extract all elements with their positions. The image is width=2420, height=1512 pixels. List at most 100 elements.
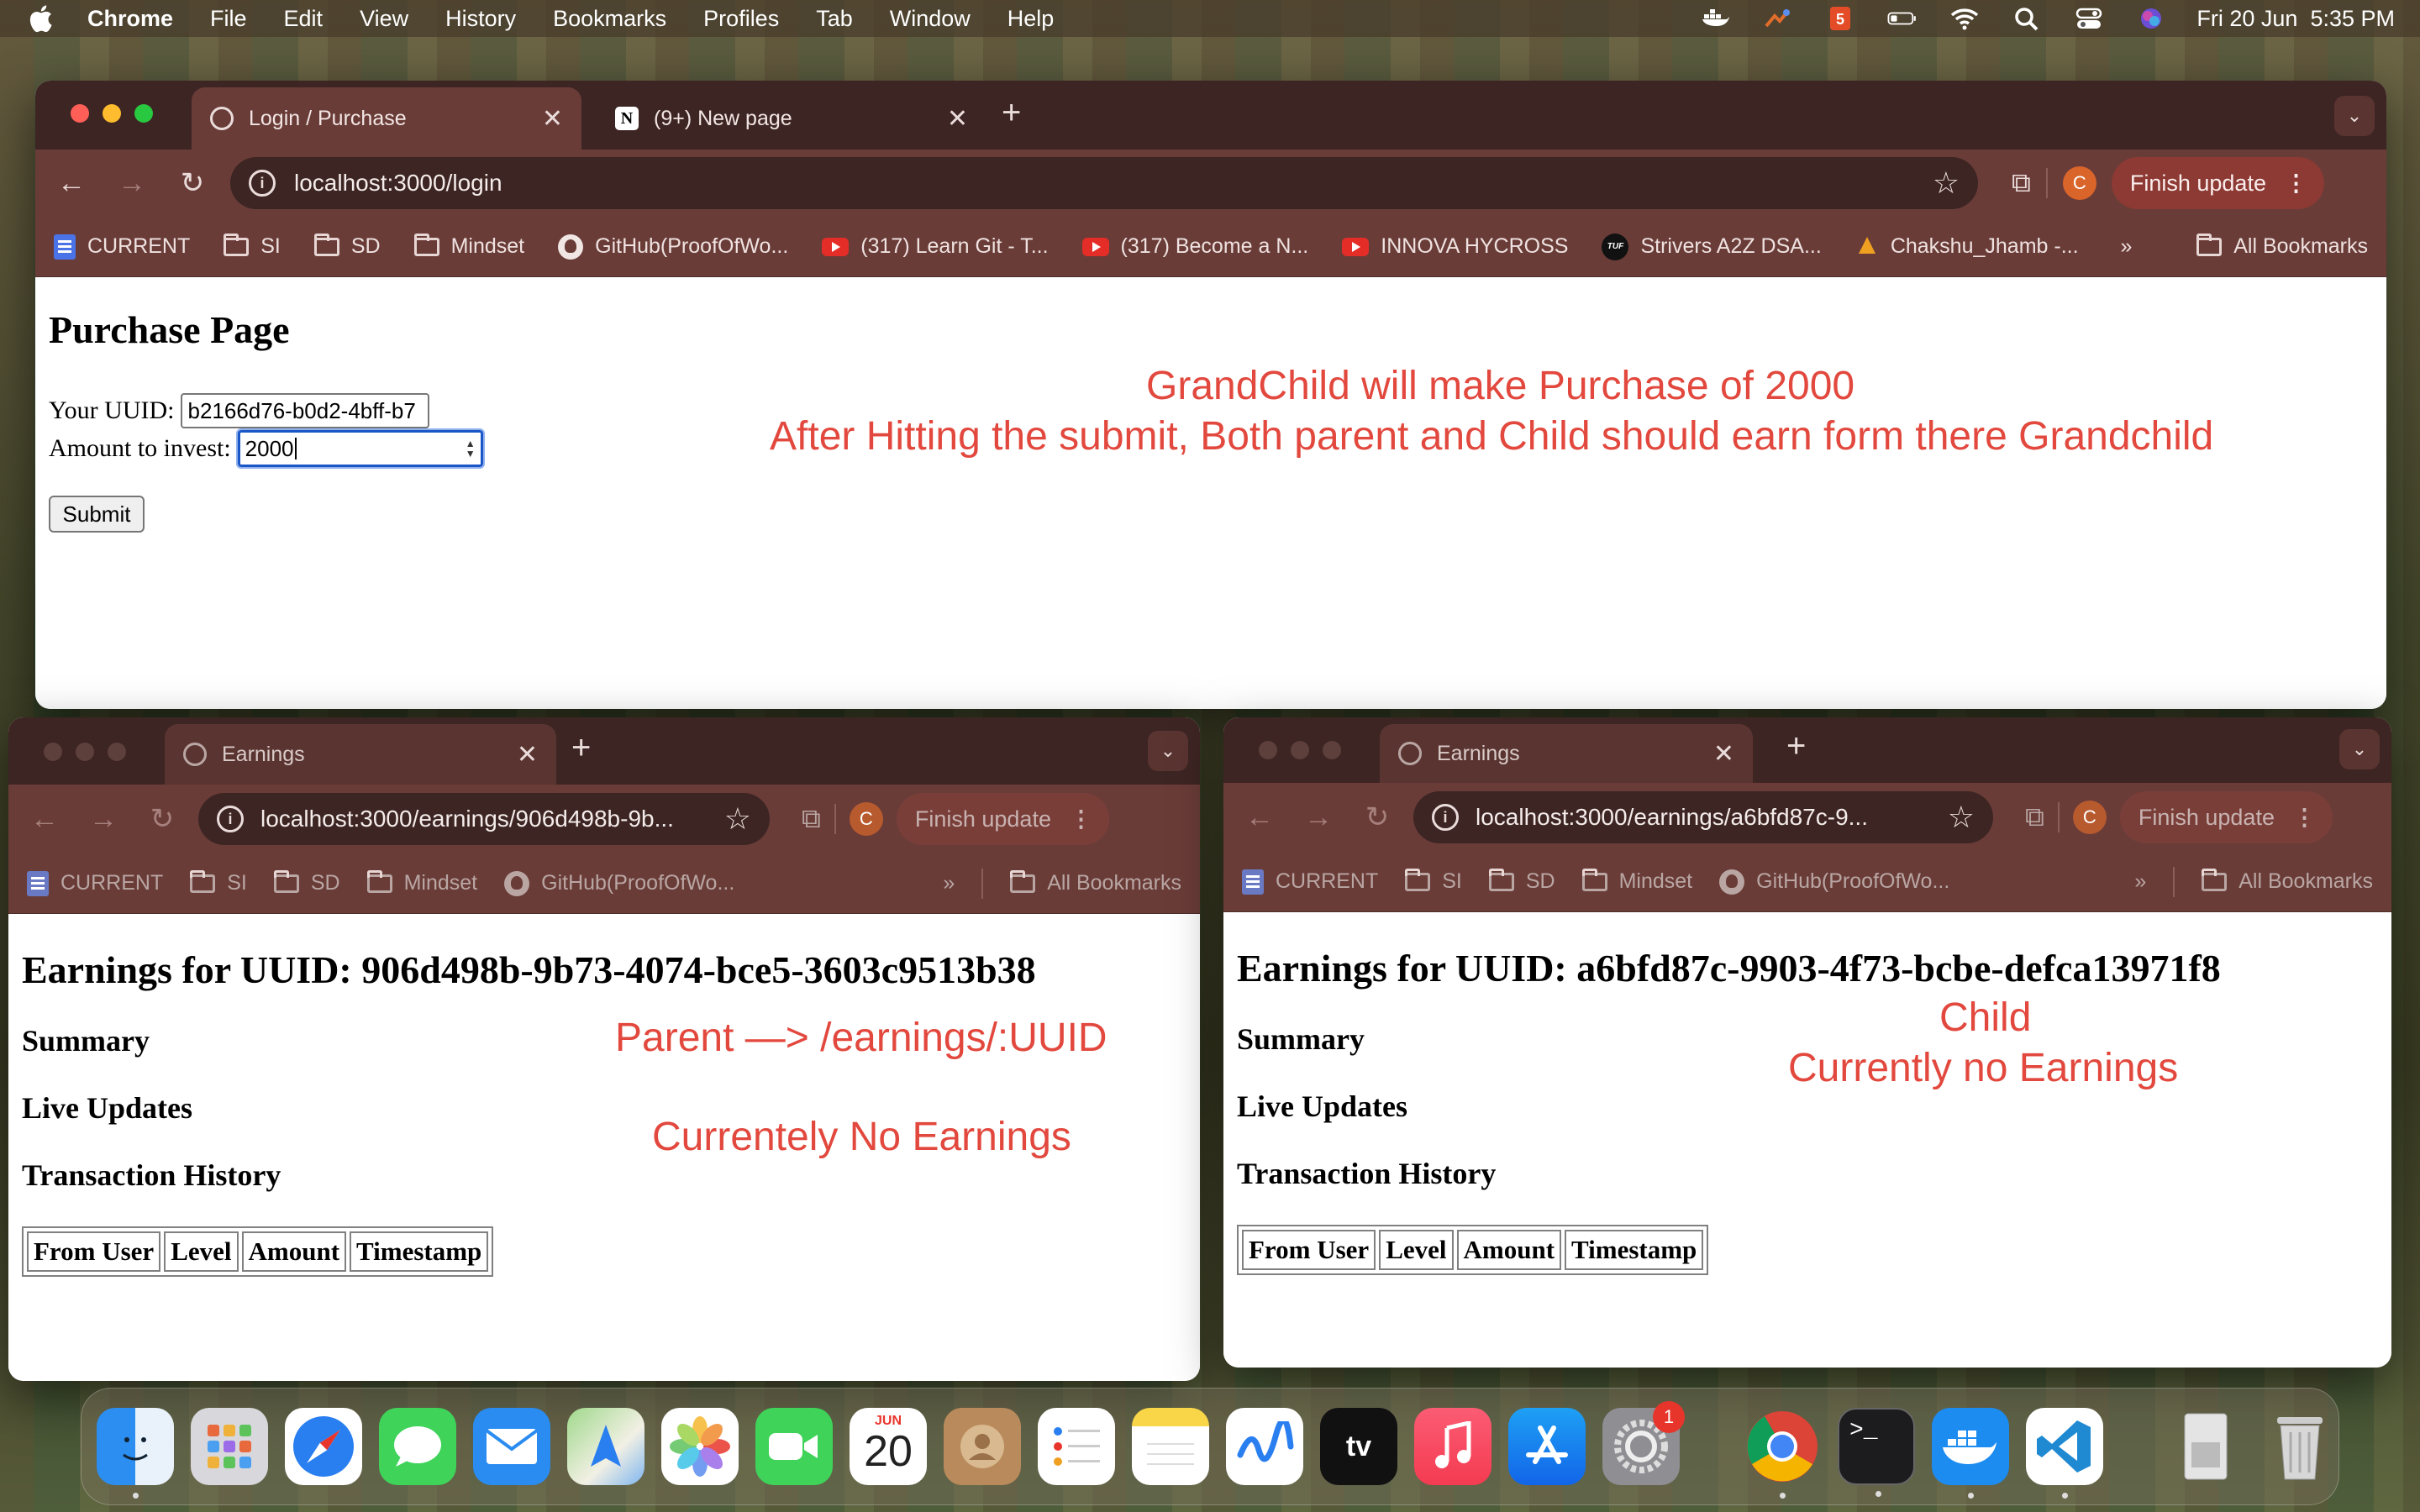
control-center-icon[interactable] [2072, 6, 2106, 31]
bookmark-star-icon[interactable]: ☆ [724, 801, 751, 837]
reminders-icon[interactable] [1038, 1408, 1115, 1485]
notes-icon[interactable] [1132, 1408, 1209, 1485]
bookmark-github[interactable]: GitHub(ProofOfWo... [1719, 869, 1949, 895]
zoom-window-button[interactable] [1323, 741, 1341, 759]
close-tab-icon[interactable]: ✕ [947, 104, 968, 134]
bookmark-current[interactable]: CURRENT [1242, 869, 1378, 895]
site-info-icon[interactable]: i [1432, 804, 1459, 831]
safari-icon[interactable] [285, 1408, 362, 1485]
zoom-window-button[interactable] [108, 743, 126, 761]
all-bookmarks-folder[interactable]: All Bookmarks [2196, 233, 2368, 259]
bookmark-mindset[interactable]: Mindset [1581, 868, 1692, 894]
bookmark-si[interactable]: SI [1405, 868, 1462, 894]
system-settings-icon[interactable]: 1 [1602, 1401, 1685, 1485]
menu-edit[interactable]: Edit [284, 6, 324, 32]
trash-icon[interactable] [2261, 1408, 2338, 1485]
bookmark-si[interactable]: SI [224, 233, 281, 259]
spotlight-search-icon[interactable] [2010, 6, 2044, 31]
kebab-menu-icon[interactable]: ⋮ [2293, 805, 2316, 831]
tab-search-chevron-icon[interactable]: ⌄ [2339, 729, 2380, 769]
menu-tab[interactable]: Tab [816, 6, 853, 32]
bookmark-become-a[interactable]: (317) Become a N... [1081, 234, 1308, 259]
battery-icon[interactable] [1886, 6, 1919, 31]
bookmark-innova[interactable]: INNOVA HYCROSS [1342, 234, 1568, 259]
finish-update-button[interactable]: Finish update ⋮ [2111, 157, 2324, 209]
menu-app-name[interactable]: Chrome [87, 6, 173, 32]
tools-status-icon[interactable] [1761, 6, 1795, 31]
bookmark-mindset[interactable]: Mindset [366, 869, 477, 895]
calendar-icon[interactable]: JUN 20 [850, 1408, 927, 1485]
wifi-icon[interactable] [1948, 6, 1981, 31]
close-window-button[interactable] [44, 743, 62, 761]
html5-status-icon[interactable]: 5 [1823, 6, 1857, 31]
kebab-menu-icon[interactable]: ⋮ [2285, 171, 2307, 197]
close-window-button[interactable] [71, 104, 89, 123]
docker-icon[interactable] [1932, 1408, 2009, 1499]
url-text[interactable]: localhost:3000/login [294, 170, 502, 197]
terminal-icon[interactable]: >_ [1838, 1408, 1915, 1497]
bookmark-sd[interactable]: SD [273, 869, 340, 895]
bookmark-strivers[interactable]: TUF Strivers A2Z DSA... [1602, 233, 1822, 260]
bookmark-mindset[interactable]: Mindset [413, 233, 524, 259]
reload-button[interactable]: ↻ [170, 166, 215, 200]
bookmark-learn-git[interactable]: (317) Learn Git - T... [822, 234, 1049, 259]
messages-icon[interactable] [379, 1408, 456, 1485]
number-spinner-icon[interactable]: ▲ ▼ [466, 438, 476, 459]
close-tab-icon[interactable]: ✕ [1713, 739, 1734, 769]
bookmark-current[interactable]: CURRENT [27, 870, 163, 896]
address-bar[interactable]: i localhost:3000/earnings/a6bfd87c-9... … [1413, 791, 1993, 843]
extensions-puzzle-icon[interactable]: ⧉ [802, 803, 821, 835]
forward-button[interactable]: → [1296, 801, 1341, 834]
bookmark-sd[interactable]: SD [1488, 868, 1555, 894]
bookmark-star-icon[interactable]: ☆ [1948, 800, 1975, 835]
apple-menu-icon[interactable] [25, 3, 55, 34]
docker-status-icon[interactable] [1699, 6, 1733, 31]
freeform-icon[interactable] [1226, 1408, 1303, 1485]
bookmarks-overflow-chevron-icon[interactable]: » [2134, 869, 2146, 894]
bookmarks-overflow-chevron-icon[interactable]: » [943, 871, 955, 895]
mail-icon[interactable] [473, 1408, 550, 1485]
menu-help[interactable]: Help [1007, 6, 1055, 32]
vscode-icon[interactable] [2026, 1408, 2103, 1499]
maps-icon[interactable] [567, 1408, 644, 1485]
launchpad-icon[interactable] [191, 1408, 268, 1485]
menubar-clock[interactable]: Fri 20 Jun 5:35 PM [2196, 6, 2395, 32]
bookmarks-overflow-chevron-icon[interactable]: » [2121, 234, 2133, 259]
siri-icon[interactable] [2134, 6, 2168, 31]
bookmark-current[interactable]: CURRENT [54, 234, 190, 260]
submit-button[interactable]: Submit [49, 496, 145, 533]
contacts-icon[interactable] [944, 1408, 1021, 1485]
url-text[interactable]: localhost:3000/earnings/906d498b-9b... [260, 806, 674, 832]
apple-tv-icon[interactable]: tv [1320, 1408, 1397, 1485]
bookmark-star-icon[interactable]: ☆ [1933, 165, 1960, 201]
back-button[interactable]: ← [49, 167, 94, 200]
extensions-puzzle-icon[interactable]: ⧉ [2012, 167, 2031, 199]
amount-input[interactable]: 2000 ▲ ▼ [235, 428, 485, 469]
url-text[interactable]: localhost:3000/earnings/a6bfd87c-9... [1476, 804, 1868, 831]
tab-earnings[interactable]: Earnings ✕ [165, 724, 556, 785]
zoom-window-button[interactable] [134, 104, 153, 123]
bookmark-github[interactable]: GitHub(ProofOfWo... [558, 234, 788, 260]
tab-search-chevron-icon[interactable]: ⌄ [1148, 731, 1188, 771]
close-tab-icon[interactable]: ✕ [542, 104, 563, 134]
menu-file[interactable]: File [210, 6, 247, 32]
profile-avatar[interactable]: C [849, 802, 883, 836]
menu-bookmarks[interactable]: Bookmarks [553, 6, 666, 32]
extensions-puzzle-icon[interactable]: ⧉ [2025, 801, 2044, 833]
reload-button[interactable]: ↻ [139, 802, 185, 836]
address-bar[interactable]: i localhost:3000/login ☆ [230, 157, 1978, 209]
profile-avatar[interactable]: C [2072, 801, 2107, 834]
menu-view[interactable]: View [360, 6, 408, 32]
close-window-button[interactable] [1259, 741, 1277, 759]
profile-avatar[interactable]: C [2062, 166, 2096, 200]
new-tab-button[interactable]: + [1002, 94, 1021, 132]
kebab-menu-icon[interactable]: ⋮ [1070, 806, 1092, 832]
menu-profiles[interactable]: Profiles [703, 6, 779, 32]
bookmark-chakshu[interactable]: Chakshu_Jhamb -... [1855, 234, 2079, 259]
bookmark-github[interactable]: GitHub(ProofOfWo... [504, 870, 734, 896]
address-bar[interactable]: i localhost:3000/earnings/906d498b-9b...… [198, 793, 770, 845]
finder-icon[interactable] [97, 1408, 174, 1499]
back-button[interactable]: ← [22, 803, 67, 836]
tab-earnings[interactable]: Earnings ✕ [1380, 724, 1753, 783]
site-info-icon[interactable]: i [217, 806, 244, 832]
